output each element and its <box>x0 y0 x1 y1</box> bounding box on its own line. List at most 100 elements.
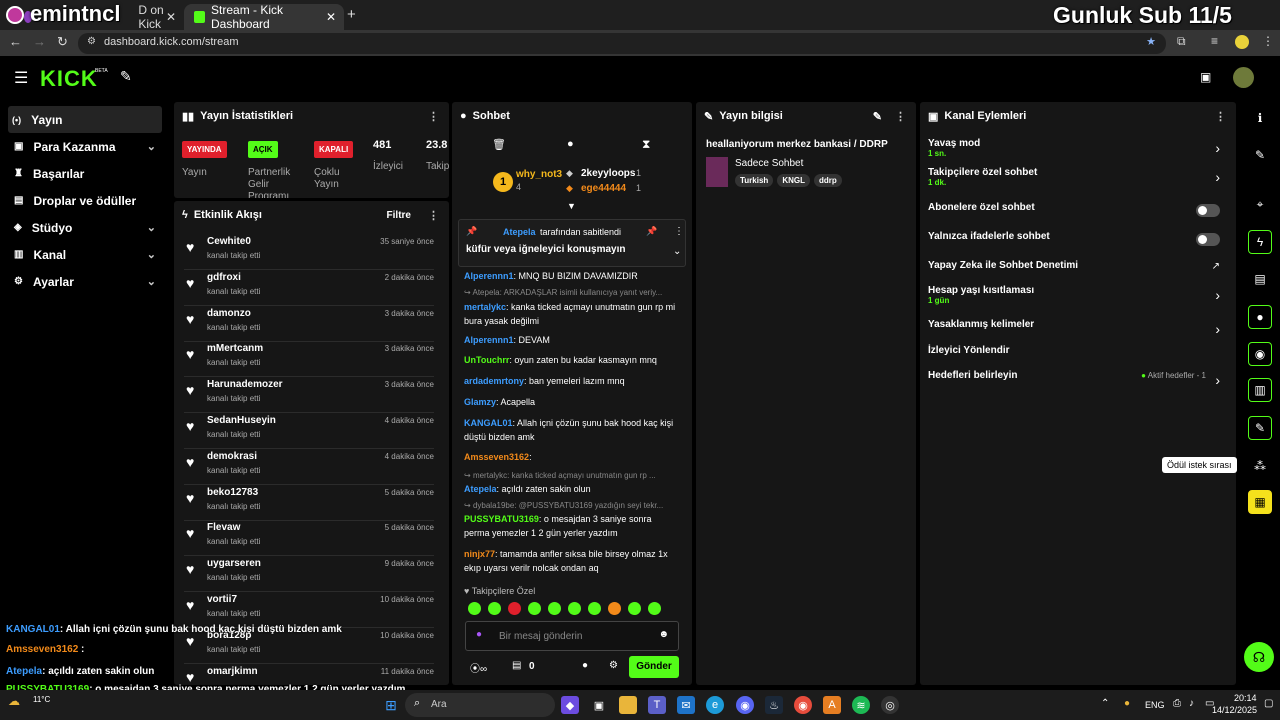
steam-icon[interactable]: ♨ <box>765 696 783 714</box>
activity-event[interactable]: ♥ damonzo kanalı takip etti 3 dakika önce <box>174 306 444 342</box>
chat-username[interactable]: Alperennn1 <box>464 335 514 345</box>
camera-icon[interactable]: ⌖ <box>1248 192 1272 216</box>
chat-message[interactable]: Alperennn1: DEVAM <box>464 333 676 347</box>
emote-icon[interactable] <box>468 602 481 615</box>
extensions-icon[interactable]: ⧉ <box>1177 34 1186 49</box>
language-indicator[interactable]: ENG <box>1145 700 1165 710</box>
trash-icon[interactable]: 🗑 <box>492 138 506 151</box>
chat-username[interactable]: Alperennn1 <box>464 271 514 281</box>
filter-button[interactable]: Filtre <box>387 210 411 221</box>
broadcast-icon[interactable]: ◉ <box>1248 342 1272 366</box>
user-avatar[interactable] <box>1233 67 1254 88</box>
chat-username[interactable]: ninjx77 <box>464 549 495 559</box>
emote-icon[interactable] <box>568 602 581 615</box>
chat-message[interactable]: Atepela: açıldı zaten sakin olun <box>464 482 676 496</box>
volume-icon[interactable]: ♪ <box>1189 698 1194 709</box>
activity-event[interactable]: ♥ vortii7 kanalı takip etti 10 dakika önce <box>174 592 444 628</box>
emote-icon[interactable] <box>588 602 601 615</box>
stats-icon[interactable]: ▥ <box>1248 378 1272 402</box>
activity-event[interactable]: ♥ omarjkimn 11 dakika önce <box>174 664 444 685</box>
chat-message[interactable]: ninjx77: tamamda anfler sıksa bile birse… <box>464 547 676 575</box>
spotify-icon[interactable]: ≋ <box>852 696 870 714</box>
chat-settings-icon[interactable]: ● <box>582 660 588 671</box>
ai-moderation-setting[interactable]: Yapay Zeka ile Sohbet Denetimi ↗ <box>928 260 1228 272</box>
slow-mode-setting[interactable]: Yavaş mod 1 sn. › <box>928 138 1228 158</box>
chat-username[interactable]: ardademrtony <box>464 376 524 386</box>
tag[interactable]: Turkish <box>735 174 774 187</box>
sidebar-item-para-kazanma[interactable]: ▣ Para Kazanma ⌄ <box>0 133 170 160</box>
weather-widget[interactable]: 11°C <box>33 695 50 704</box>
chat-message[interactable]: PUSSYBATU3169: o mesajdan 3 saniye sonra… <box>464 512 676 540</box>
wrench-icon[interactable]: ✎ <box>1248 416 1272 440</box>
pencil-icon[interactable]: ✎ <box>1248 143 1272 167</box>
emote-icon[interactable] <box>508 602 521 615</box>
close-tab-icon[interactable]: ✕ <box>326 10 336 24</box>
taskbar-search[interactable]: ⌕ Ara <box>405 693 555 717</box>
forward-icon[interactable]: → <box>33 34 46 49</box>
windows-start-icon[interactable]: ⊞ <box>382 696 400 714</box>
support-button[interactable]: ☊ <box>1244 642 1274 672</box>
emote-icon[interactable] <box>608 602 621 615</box>
chat-bubble-icon[interactable]: ● <box>567 138 574 150</box>
banned-words-setting[interactable]: Yasaklanmış kelimeler › <box>928 319 1228 337</box>
send-button[interactable]: Gönder <box>629 656 679 678</box>
sidebar-item-studyo[interactable]: ◈ Stüdyo ⌄ <box>0 214 170 241</box>
notifications-icon[interactable]: ▢ <box>1264 698 1273 709</box>
reply-context[interactable]: ↪ mertalykc: kanka ticked açmayı unutmat… <box>464 471 679 480</box>
chat-message[interactable]: Alperennn1: MNQ BU BIZIM DAVAMIZDIR <box>464 269 676 283</box>
more-options-icon[interactable]: ⋮ <box>1215 110 1226 123</box>
points-icon[interactable]: ⦿∞ <box>470 660 487 675</box>
chat-message[interactable]: Amsseven3162: <box>464 450 676 464</box>
emote-only-toggle[interactable] <box>1196 233 1220 246</box>
site-info-icon[interactable]: ⚙ <box>87 36 96 47</box>
folder-icon[interactable] <box>619 696 637 714</box>
app-icon[interactable]: A <box>823 696 841 714</box>
account-age-setting[interactable]: Hesap yaşı kısıtlaması 1 gün › <box>928 285 1228 305</box>
more-options-icon[interactable]: ⋮ <box>428 110 439 123</box>
collapse-leaderboard-icon[interactable]: ▼ <box>567 201 576 211</box>
mail-icon[interactable]: ✉ <box>677 696 695 714</box>
chat-message[interactable]: KANGAL01: Allah içni çözün şunu bak hood… <box>464 416 676 444</box>
sidebar-item-droplar[interactable]: ▤ Droplar ve ödüller <box>0 187 170 214</box>
chat-username[interactable]: Amsseven3162 <box>464 452 529 462</box>
goals-setting[interactable]: Hedefleri belirleyin ● Aktif hedefler - … <box>928 370 1228 388</box>
gear-icon[interactable]: ⚙ <box>609 660 618 671</box>
browser-menu-icon[interactable]: ⋮ <box>1262 34 1274 48</box>
chat-icon[interactable]: ● <box>1248 305 1272 329</box>
activity-event[interactable]: ♥ mMertcanm kanalı takip etti 3 dakika önce <box>174 341 444 378</box>
activity-event[interactable]: ♥ Flevaw kanalı takip etti 5 dakika önce <box>174 520 444 557</box>
emote-icon[interactable] <box>548 602 561 615</box>
url-field[interactable]: ⚙ dashboard.kick.com/stream ★ <box>78 33 1166 54</box>
activity-event[interactable]: ♥ gdfroxi kanalı takip etti 2 dakika önce <box>174 270 444 306</box>
edge-icon[interactable]: e <box>706 696 724 714</box>
emote-icon[interactable] <box>648 602 661 615</box>
media-icon[interactable]: ≡ <box>1211 34 1218 48</box>
emote-icon[interactable] <box>528 602 541 615</box>
clock-date[interactable]: 14/12/2025 <box>1212 705 1257 715</box>
chat-username[interactable]: Glamzy <box>464 397 496 407</box>
new-tab-button[interactable]: + <box>347 6 356 23</box>
document-icon[interactable]: ▤ <box>1248 267 1272 291</box>
chat-message[interactable]: UnTouchrr: oyun zaten bu kadar kasmayın … <box>464 353 676 367</box>
tray-chevron-icon[interactable]: ⌃ <box>1101 698 1109 709</box>
activity-event[interactable]: ♥ demokrasi kanalı takip etti 4 dakika önce <box>174 449 444 485</box>
back-icon[interactable]: ← <box>9 34 22 49</box>
activity-event[interactable]: ♥ beko12783 kanalı takip etti 5 dakika önce <box>174 485 444 521</box>
close-tab-icon[interactable]: ✕ <box>166 10 176 24</box>
sidebar-item-kanal[interactable]: ▥ Kanal ⌄ <box>0 241 170 268</box>
chat-username[interactable]: UnTouchrr <box>464 355 509 365</box>
more-options-icon[interactable]: ⋮ <box>674 226 684 237</box>
emote-icon[interactable] <box>488 602 501 615</box>
sidebar-item-yayin[interactable]: (•) Yayın <box>8 106 162 133</box>
chat-input[interactable]: ● Bir mesaj gönderin ☻ <box>465 621 679 651</box>
github-icon[interactable]: ◎ <box>881 696 899 714</box>
browser-tab-2[interactable]: Stream - Kick Dashboard ✕ <box>184 3 344 31</box>
activity-event[interactable]: ♥ Cewhite0 kanalı takip etti 35 saniye önce <box>174 234 444 270</box>
more-options-icon[interactable]: ⋮ <box>895 110 906 123</box>
discord-icon[interactable]: ◉ <box>736 696 754 714</box>
edit-icon[interactable]: ✎ <box>873 110 882 123</box>
network-icon[interactable]: ⎙ <box>1173 698 1181 709</box>
sidebar-item-basarilar[interactable]: ♜ Başarılar <box>0 160 170 187</box>
profile-icon[interactable] <box>1235 35 1249 49</box>
bolt-icon[interactable]: ϟ <box>1248 230 1272 254</box>
